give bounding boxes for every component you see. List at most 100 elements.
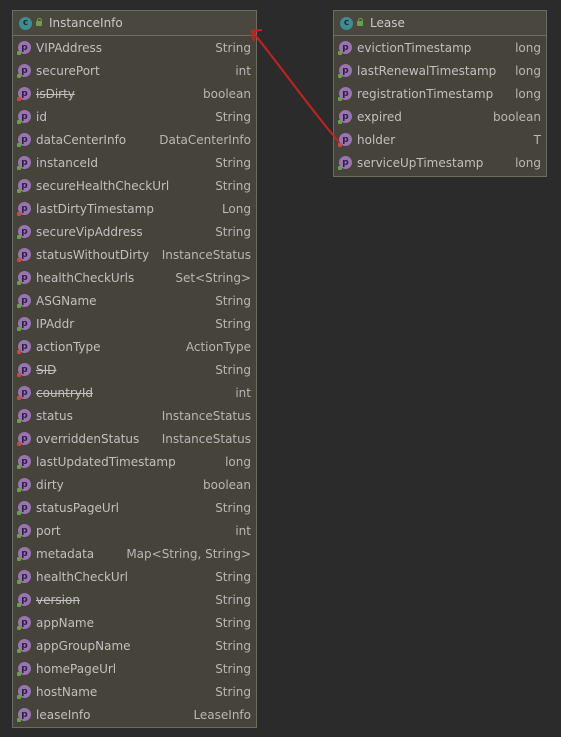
public-marker-icon (17, 557, 21, 561)
public-marker-icon (17, 626, 21, 630)
instance-info-header[interactable]: c InstanceInfo (13, 11, 256, 36)
field-row[interactable]: p evictionTimestamp long (334, 36, 546, 59)
property-icon: p (17, 41, 31, 55)
field-row[interactable]: p serviceUpTimestamp long (334, 151, 546, 174)
field-row[interactable]: p lastUpdatedTimestamp long (13, 450, 256, 473)
field-name: appName (36, 615, 94, 630)
field-row[interactable]: p metadata Map<String, String> (13, 542, 256, 565)
field-row[interactable]: p actionType ActionType (13, 335, 256, 358)
field-name: secureHealthCheckUrl (36, 178, 170, 193)
field-type: String (215, 316, 251, 331)
field-row[interactable]: p SID String (13, 358, 256, 381)
field-row[interactable]: p leaseInfo LeaseInfo (13, 703, 256, 726)
field-row[interactable]: p IPAddr String (13, 312, 256, 335)
property-icon: p (17, 110, 31, 124)
field-row[interactable]: p port int (13, 519, 256, 542)
public-marker-icon (17, 580, 21, 584)
field-row[interactable]: p homePageUrl String (13, 657, 256, 680)
field-row[interactable]: p appName String (13, 611, 256, 634)
public-marker-icon (338, 166, 342, 170)
lease-class[interactable]: c Lease p evictionTimestamp long p lastRenew… (333, 10, 547, 177)
field-row[interactable]: p registrationTimestamp long (334, 82, 546, 105)
property-icon: p (17, 570, 31, 584)
field-type: String (215, 362, 251, 377)
field-type: String (215, 592, 251, 607)
field-type: long (515, 86, 541, 101)
field-row[interactable]: p dirty boolean (13, 473, 256, 496)
public-marker-icon (17, 51, 21, 55)
public-marker-icon (17, 74, 21, 78)
field-row[interactable]: p VIPAddress String (13, 36, 256, 59)
field-name: holder (357, 132, 396, 147)
field-name: dirty (36, 477, 64, 492)
public-marker-icon (17, 304, 21, 308)
field-type: String (215, 155, 251, 170)
field-name: instanceId (36, 155, 98, 170)
field-name: expired (357, 109, 402, 124)
instance-info-title: InstanceInfo (49, 16, 123, 30)
field-type: InstanceStatus (161, 408, 251, 423)
private-marker-icon (17, 350, 21, 354)
property-icon: p (17, 248, 31, 262)
field-type: LeaseInfo (193, 707, 251, 722)
field-name: version (36, 592, 80, 607)
property-icon: p (17, 179, 31, 193)
property-icon: p (17, 455, 31, 469)
field-row[interactable]: p countryId int (13, 381, 256, 404)
field-type: String (215, 661, 251, 676)
field-name: appGroupName (36, 638, 131, 653)
property-icon: p (17, 708, 31, 722)
field-row[interactable]: p isDirty boolean (13, 82, 256, 105)
public-marker-icon (338, 51, 342, 55)
field-type: long (515, 155, 541, 170)
field-row[interactable]: p holder T (334, 128, 546, 151)
field-type: Map<String, String> (126, 546, 251, 561)
property-icon: p (17, 294, 31, 308)
field-row[interactable]: p version String (13, 588, 256, 611)
field-name: id (36, 109, 47, 124)
lease-header[interactable]: c Lease (334, 11, 546, 36)
field-row[interactable]: p overriddenStatus InstanceStatus (13, 427, 256, 450)
property-icon: p (17, 133, 31, 147)
public-marker-icon (17, 189, 21, 193)
field-row[interactable]: p healthCheckUrl String (13, 565, 256, 588)
property-icon: p (17, 340, 31, 354)
field-type: String (215, 109, 251, 124)
field-type: boolean (493, 109, 541, 124)
field-row[interactable]: p expired boolean (334, 105, 546, 128)
field-row[interactable]: p hostName String (13, 680, 256, 703)
field-row[interactable]: p appGroupName String (13, 634, 256, 657)
field-row[interactable]: p securePort int (13, 59, 256, 82)
property-icon: p (338, 110, 352, 124)
field-row[interactable]: p ASGName String (13, 289, 256, 312)
field-type: String (215, 40, 251, 55)
field-row[interactable]: p instanceId String (13, 151, 256, 174)
public-marker-icon (17, 235, 21, 239)
field-row[interactable]: p statusWithoutDirty InstanceStatus (13, 243, 256, 266)
instance-info-class[interactable]: c InstanceInfo p VIPAddress String p secureP… (12, 10, 257, 728)
class-icon: c (340, 16, 353, 30)
public-marker-icon (17, 511, 21, 515)
public-marker-icon (17, 672, 21, 676)
field-row[interactable]: p status InstanceStatus (13, 404, 256, 427)
field-type: String (215, 569, 251, 584)
field-row[interactable]: p lastDirtyTimestamp Long (13, 197, 256, 220)
field-row[interactable]: p id String (13, 105, 256, 128)
field-row[interactable]: p secureVipAddress String (13, 220, 256, 243)
public-marker-icon (338, 120, 342, 124)
field-type: boolean (203, 86, 251, 101)
field-row[interactable]: p dataCenterInfo DataCenterInfo (13, 128, 256, 151)
field-type: int (235, 385, 251, 400)
public-marker-icon (17, 166, 21, 170)
field-name: healthCheckUrls (36, 270, 135, 285)
field-row[interactable]: p secureHealthCheckUrl String (13, 174, 256, 197)
property-icon: p (338, 87, 352, 101)
field-row[interactable]: p statusPageUrl String (13, 496, 256, 519)
field-row[interactable]: p healthCheckUrls Set<String> (13, 266, 256, 289)
property-icon: p (338, 41, 352, 55)
field-name: registrationTimestamp (357, 86, 494, 101)
field-row[interactable]: p lastRenewalTimestamp long (334, 59, 546, 82)
public-marker-icon (17, 465, 21, 469)
field-type: Set<String> (175, 270, 251, 285)
lease-title: Lease (370, 16, 405, 30)
